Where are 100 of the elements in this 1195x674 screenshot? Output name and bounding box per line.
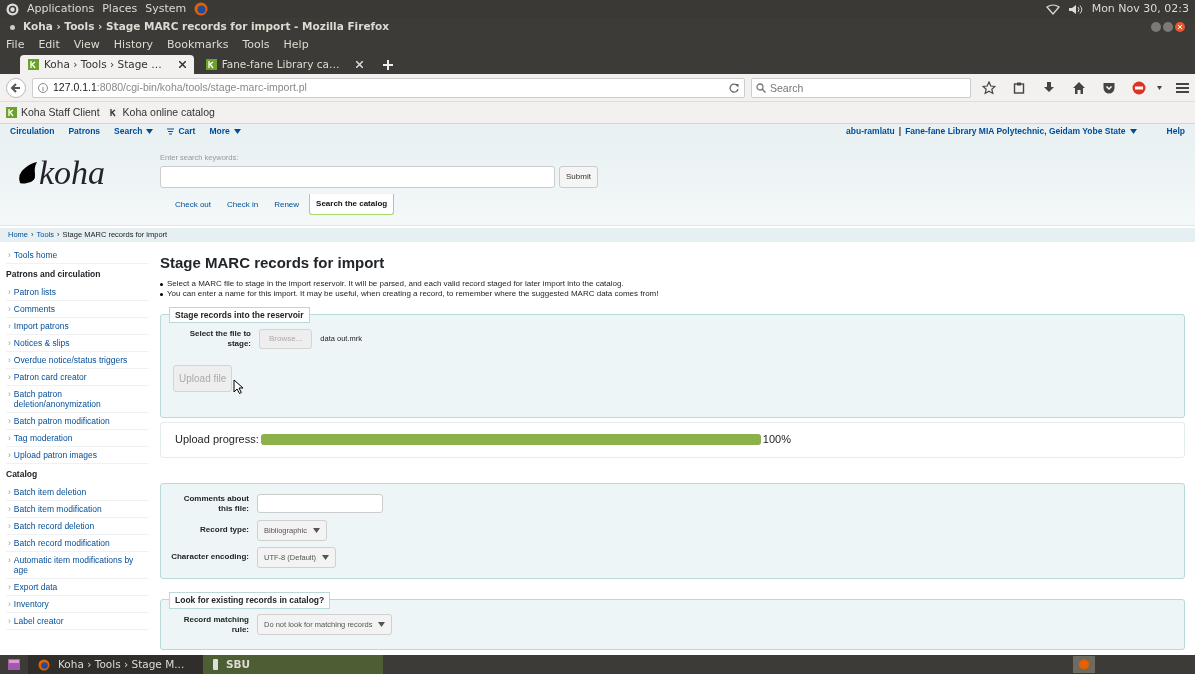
- menu-item[interactable]: Help: [283, 36, 309, 54]
- library-menu[interactable]: Fane-fane Library MIA Polytechnic, Geidam Yobe State: [905, 124, 1137, 138]
- new-tab-icon[interactable]: [383, 60, 394, 70]
- bullet-mark: ›: [8, 286, 11, 297]
- sidebar-link[interactable]: Batch item modification: [13, 503, 102, 514]
- sidebar-link[interactable]: Label creator: [13, 615, 64, 626]
- help-link[interactable]: Help: [1166, 124, 1185, 138]
- field-label: Character encoding:: [170, 552, 249, 563]
- panel-menu[interactable]: Places: [102, 0, 138, 18]
- ubuntu-logo-icon[interactable]: [6, 2, 19, 16]
- separator-text: |: [898, 124, 902, 138]
- field-label: Comments about this file:: [182, 493, 249, 514]
- caret-icon: [233, 128, 241, 134]
- sidebar-heading: Catalog: [6, 467, 39, 481]
- search-tab[interactable]: Search the catalog: [309, 194, 395, 216]
- koha-favicon-icon: [28, 59, 39, 70]
- taskbar-button[interactable]: SBU: [203, 655, 383, 674]
- browser-tab[interactable]: Koha › Tools › Stage …: [20, 55, 194, 74]
- bullet-mark: ›: [8, 320, 11, 331]
- koha-favicon-icon: [6, 107, 17, 118]
- speaker-icon[interactable]: [1067, 3, 1084, 15]
- wifi-icon[interactable]: [1045, 3, 1060, 15]
- nav-link[interactable]: More: [209, 124, 241, 138]
- terminal-icon: [213, 659, 218, 670]
- back-icon[interactable]: [6, 77, 26, 98]
- window-title: Koha › Tools › Stage MARC records for import - Mozilla Firefox: [23, 19, 390, 35]
- taskbar-button[interactable]: Koha › Tools › Stage M...: [28, 655, 203, 674]
- nav-link[interactable]: Patrons: [68, 124, 101, 138]
- sidebar-link[interactable]: Upload patron images: [13, 449, 97, 460]
- bullet-mark: ›: [8, 537, 11, 548]
- sidebar-link[interactable]: Batch patron deletion/anonymization: [13, 388, 149, 409]
- user-link[interactable]: abu-ramlatu: [846, 124, 895, 138]
- sidebar-link[interactable]: Overdue notice/status triggers: [13, 354, 128, 365]
- panel-menu[interactable]: System: [145, 0, 187, 18]
- bookmark-link[interactable]: Koha Staff Client: [21, 104, 100, 121]
- bullet-icon: [160, 282, 163, 286]
- sidebar-link[interactable]: Tag moderation: [13, 432, 73, 443]
- nav-link[interactable]: Circulation: [10, 124, 55, 138]
- bullet-mark: ›: [8, 486, 11, 497]
- bullet-mark: ›: [8, 503, 11, 514]
- sidebar-link[interactable]: Batch item deletion: [13, 486, 87, 497]
- menu-item[interactable]: View: [73, 36, 100, 54]
- pocket-icon[interactable]: [1102, 80, 1116, 95]
- sidebar-link[interactable]: Batch patron modification: [13, 415, 110, 426]
- caret-icon[interactable]: [1157, 85, 1162, 90]
- search-tab[interactable]: Check in: [227, 195, 259, 216]
- bookmark-star-icon[interactable]: [982, 80, 996, 95]
- browser-tab[interactable]: Fane-fane Library ca…: [197, 55, 372, 74]
- search-field[interactable]: Search: [751, 77, 971, 98]
- bullet-mark: ›: [8, 520, 11, 531]
- close-icon[interactable]: [178, 61, 186, 68]
- search-tab[interactable]: Check out: [175, 195, 212, 216]
- minimize-icon[interactable]: [1151, 22, 1161, 32]
- bullet-mark: ›: [8, 250, 11, 260]
- bookmark-link[interactable]: Koha online catalog: [122, 104, 215, 121]
- bullet-mark: ›: [8, 615, 11, 626]
- window-dot-icon: [10, 24, 15, 30]
- reload-icon[interactable]: [729, 82, 739, 93]
- sidebar-link[interactable]: Tools home: [13, 250, 58, 260]
- sidebar-link[interactable]: Batch record deletion: [13, 520, 95, 531]
- menu-icon[interactable]: [1176, 81, 1189, 94]
- sidebar-link[interactable]: Import patrons: [13, 320, 69, 331]
- panel-menu[interactable]: Applications: [27, 0, 95, 18]
- bullet-mark: ›: [8, 598, 11, 609]
- bullet-mark: ›: [8, 449, 11, 460]
- field-label: Record type:: [199, 525, 249, 536]
- logo-text: koha: [39, 155, 106, 190]
- cursor-icon: [233, 378, 243, 394]
- download-icon[interactable]: [1042, 80, 1056, 95]
- address-bar[interactable]: 127.0.1.1:8080/cgi-bin/koha/tools/stage-marc-import.pl: [32, 77, 745, 98]
- menu-item[interactable]: Tools: [242, 36, 270, 54]
- sidebar-link[interactable]: Patron card creator: [13, 371, 87, 382]
- ad-block-icon[interactable]: [1132, 80, 1146, 95]
- sidebar-link[interactable]: Patron lists: [13, 286, 56, 297]
- sidebar-link[interactable]: Batch record modification: [13, 537, 110, 548]
- search-input[interactable]: [160, 166, 555, 189]
- nav-link[interactable]: Search: [114, 124, 154, 138]
- firefox-icon[interactable]: [194, 2, 209, 16]
- close-icon[interactable]: [1175, 22, 1185, 32]
- submit-button[interactable]: Submit: [559, 166, 598, 189]
- caret-icon: [146, 128, 154, 134]
- menu-item[interactable]: Edit: [38, 36, 60, 54]
- bullet-mark: ›: [8, 303, 11, 314]
- menu-item[interactable]: History: [113, 36, 153, 54]
- search-tab[interactable]: Renew: [274, 195, 300, 216]
- sidebar-link[interactable]: Inventory: [13, 598, 49, 609]
- sidebar-link[interactable]: Comments: [13, 303, 55, 314]
- field-label: Select the file to stage:: [188, 328, 251, 349]
- clipboard-icon[interactable]: [1012, 80, 1026, 95]
- sidebar-link[interactable]: Notices & slips: [13, 337, 70, 348]
- home-icon[interactable]: [1072, 80, 1086, 95]
- text-field[interactable]: [257, 494, 383, 513]
- drop-logo-icon: [17, 161, 37, 184]
- menu-item[interactable]: Bookmarks: [167, 36, 229, 54]
- bullet-mark: ›: [8, 354, 11, 365]
- sidebar-link[interactable]: Automatic item modifications by age: [13, 554, 149, 575]
- nav-link[interactable]: Cart: [167, 124, 196, 138]
- page-title: Stage MARC records for import: [160, 253, 386, 273]
- sidebar-link[interactable]: Export data: [13, 581, 58, 592]
- menu-item[interactable]: File: [6, 36, 25, 54]
